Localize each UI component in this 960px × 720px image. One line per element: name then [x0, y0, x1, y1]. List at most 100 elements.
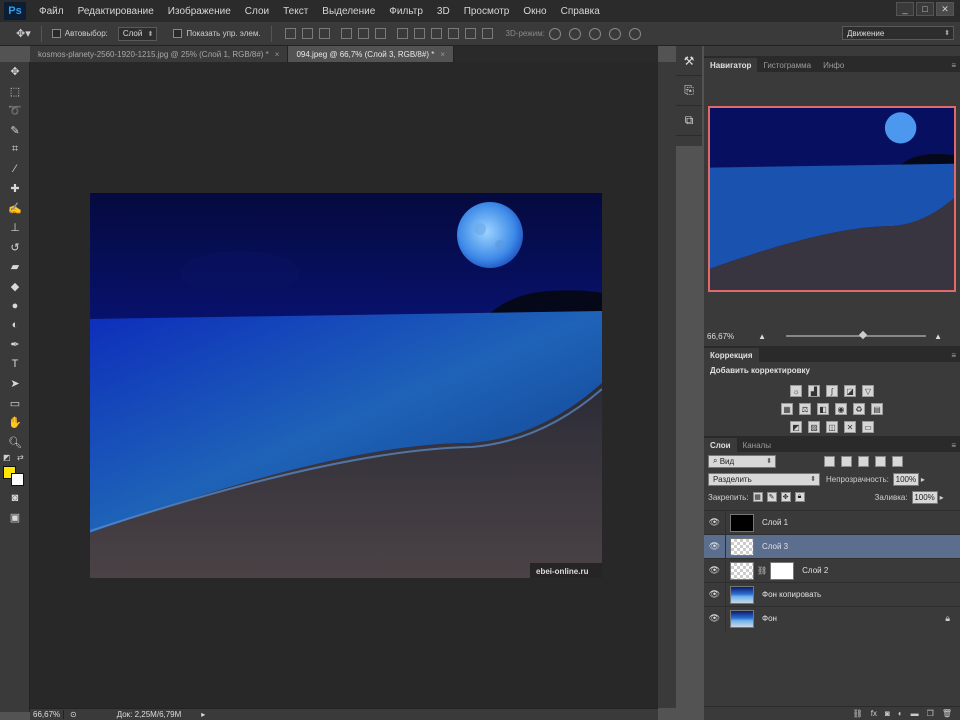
exposure-icon[interactable]: ◪ — [844, 385, 856, 397]
clone-source-icon[interactable]: ⧉ — [676, 106, 702, 136]
mask-link-icon[interactable]: ⛓ — [757, 566, 767, 575]
shape-tool-icon[interactable]: ▭ — [0, 394, 30, 414]
3d-pan-icon[interactable] — [588, 27, 601, 40]
menu-select[interactable]: Выделение — [315, 6, 382, 17]
marquee-tool-icon[interactable]: ⬚ — [0, 82, 30, 102]
menu-window[interactable]: Окно — [516, 6, 553, 17]
opacity-dropdown-icon[interactable]: ▸ — [921, 475, 925, 484]
path-select-tool-icon[interactable]: ➤ — [0, 374, 30, 394]
fx-icon[interactable]: fx — [871, 709, 877, 718]
tab-094[interactable]: 094.jpeg @ 66,7% (Слой 3, RGB/8#) * × — [288, 46, 454, 62]
stamp-tool-icon[interactable]: ⊥ — [0, 218, 30, 238]
fill-dropdown-icon[interactable]: ▸ — [940, 493, 944, 502]
distribute-hcenter-icon[interactable] — [464, 28, 476, 39]
zoom-slider-thumb[interactable] — [858, 330, 868, 340]
brush-tool-icon[interactable]: ✍ — [0, 199, 30, 219]
fill-input[interactable]: 100% — [911, 490, 938, 504]
workspace-dropdown[interactable]: Движение — [842, 26, 954, 40]
posterize-icon[interactable]: ▨ — [808, 421, 820, 433]
menu-view[interactable]: Просмотр — [457, 6, 517, 17]
blend-mode-dropdown[interactable]: Разделить — [708, 472, 820, 486]
distribute-top-icon[interactable] — [396, 28, 408, 39]
gradient-map-icon[interactable]: ▭ — [862, 421, 874, 433]
menu-3d[interactable]: 3D — [430, 6, 457, 17]
visibility-eye-icon[interactable]: 👁︎ — [704, 558, 726, 583]
vibrance-icon[interactable]: ▽ — [862, 385, 874, 397]
3d-roll-icon[interactable] — [568, 27, 581, 40]
show-controls-checkbox[interactable] — [173, 29, 183, 38]
brightness-icon[interactable]: ☼ — [790, 385, 802, 397]
menu-type[interactable]: Текст — [276, 6, 315, 17]
lock-all-icon[interactable]: 🔒︎ — [794, 492, 805, 502]
group-icon[interactable]: ▬ — [911, 709, 919, 718]
brush-presets-icon[interactable]: ⎘ — [676, 76, 702, 106]
move-tool-icon[interactable]: ✥ — [0, 62, 30, 82]
align-top-icon[interactable] — [284, 28, 296, 39]
layer-filter-dropdown[interactable]: ⌕ Вид — [708, 454, 776, 468]
align-left-icon[interactable] — [340, 28, 352, 39]
tab-info[interactable]: Инфо — [817, 58, 850, 72]
tab-channels[interactable]: Каналы — [737, 438, 777, 452]
zoom-tool-icon[interactable]: 🔍︎ — [0, 433, 30, 453]
distribute-left-icon[interactable] — [447, 28, 459, 39]
threshold-icon[interactable]: ◫ — [826, 421, 838, 433]
eraser-tool-icon[interactable]: ▰ — [0, 257, 30, 277]
tab-navigator[interactable]: Навигатор — [704, 58, 758, 72]
zoom-in-icon[interactable]: ▲ — [934, 332, 942, 341]
align-right-icon[interactable] — [374, 28, 386, 39]
panel-menu-icon[interactable]: ≡ — [951, 58, 960, 72]
tab-kosmos[interactable]: kosmos-planety-2560-1920-1215.jpg @ 25% … — [30, 46, 289, 62]
menu-image[interactable]: Изображение — [161, 6, 238, 17]
align-bottom-icon[interactable] — [318, 28, 330, 39]
canvas-area[interactable]: ebei-online.ru — [30, 62, 658, 708]
paint-bucket-tool-icon[interactable]: ◆ — [0, 277, 30, 297]
3d-scale-icon[interactable] — [628, 27, 641, 40]
lasso-tool-icon[interactable]: ➰ — [0, 101, 30, 121]
navigator-zoom-value[interactable]: 66,67% — [704, 332, 734, 341]
maximize-button[interactable]: □ — [916, 2, 934, 16]
menu-edit[interactable]: Редактирование — [71, 6, 161, 17]
3d-rotate-icon[interactable] — [548, 27, 561, 40]
3d-slide-icon[interactable] — [608, 27, 621, 40]
background-color-swatch[interactable] — [11, 473, 24, 486]
crop-tool-icon[interactable]: ⌗ — [0, 140, 30, 160]
layer-mask-thumbnail[interactable] — [770, 561, 795, 580]
filter-pixel-icon[interactable] — [824, 455, 835, 467]
autoselect-checkbox[interactable] — [51, 29, 61, 38]
invert-icon[interactable]: ◩ — [790, 421, 802, 433]
panel-menu-icon[interactable]: ≡ — [951, 438, 960, 452]
minimize-button[interactable]: _ — [896, 2, 914, 16]
menu-help[interactable]: Справка — [554, 6, 607, 17]
visibility-eye-icon[interactable]: 👁︎ — [704, 534, 726, 559]
filter-adjustment-icon[interactable] — [841, 455, 852, 467]
status-menu-icon[interactable]: ▸ — [201, 710, 205, 719]
zoom-out-icon[interactable]: ▲ — [758, 332, 766, 341]
opacity-input[interactable]: 100% — [892, 472, 919, 486]
visibility-eye-icon[interactable]: 👁︎ — [704, 582, 726, 607]
lock-transparent-icon[interactable]: ▦ — [752, 492, 763, 502]
filter-smart-icon[interactable] — [892, 455, 903, 467]
panel-menu-icon[interactable]: ≡ — [951, 348, 960, 362]
filter-shape-icon[interactable] — [875, 455, 886, 467]
align-hcenter-icon[interactable] — [357, 28, 369, 39]
visibility-eye-icon[interactable]: 👁︎ — [704, 606, 726, 631]
tab-layers[interactable]: Слои — [704, 438, 737, 452]
lock-position-icon[interactable]: ✥ — [780, 492, 791, 502]
distribute-vcenter-icon[interactable] — [413, 28, 425, 39]
layer-row[interactable]: 👁︎ Слой 1 — [704, 510, 960, 535]
distribute-right-icon[interactable] — [481, 28, 493, 39]
document-image[interactable]: ebei-online.ru — [90, 193, 602, 578]
new-layer-icon[interactable]: ❐ — [927, 709, 934, 718]
tab-histogram[interactable]: Гистограмма — [757, 58, 817, 72]
menu-file[interactable]: Файл — [32, 6, 71, 17]
adjustment-icon[interactable]: ◐ — [898, 709, 903, 718]
layer-row[interactable]: 👁︎ ⛓ Слой 2 — [704, 558, 960, 583]
layer-row-selected[interactable]: 👁︎ Слой 3 — [704, 534, 960, 559]
channel-mixer-icon[interactable]: ♻ — [853, 403, 865, 415]
levels-icon[interactable]: ▟ — [808, 385, 820, 397]
history-brush-tool-icon[interactable]: ↺ — [0, 238, 30, 258]
menu-layers[interactable]: Слои — [238, 6, 276, 17]
lock-pixels-icon[interactable]: ✎ — [766, 492, 777, 502]
type-tool-icon[interactable]: T — [0, 355, 30, 375]
eyedropper-tool-icon[interactable]: ⁄ — [0, 160, 30, 180]
